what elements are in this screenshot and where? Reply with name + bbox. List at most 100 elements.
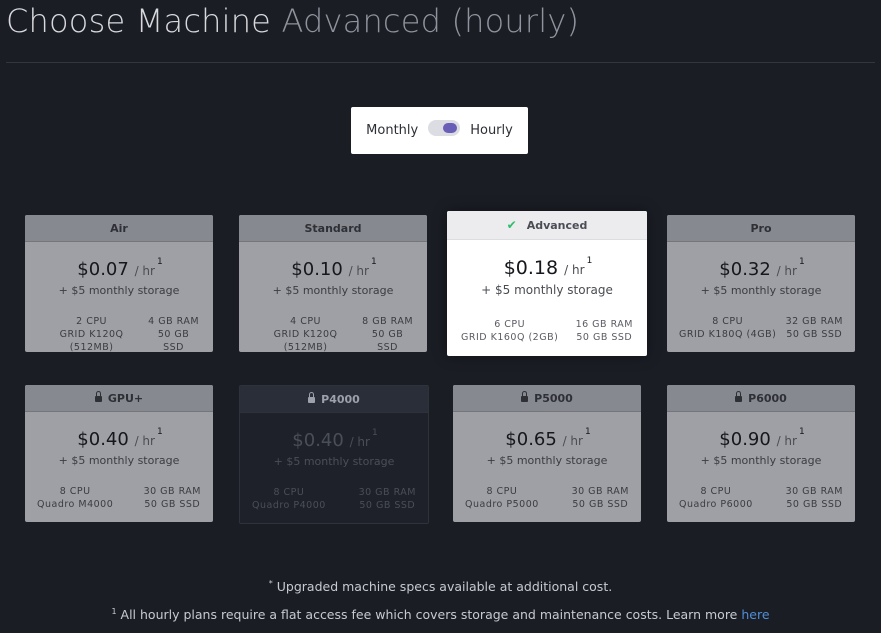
plan-name: GPU+ xyxy=(25,385,213,412)
spec-gpu: Quadro M4000 xyxy=(37,499,114,510)
price-note: 1 xyxy=(156,257,163,267)
spec-ram: 30 GB RAM xyxy=(785,486,843,497)
plan-price: $0.90 / hr1 xyxy=(667,427,855,450)
plan-name: Pro xyxy=(667,215,855,242)
plan-price: $0.10 / hr1 xyxy=(239,257,427,280)
price-unit: / hr xyxy=(776,434,797,448)
price-unit: / hr xyxy=(349,435,370,449)
plan-name: P4000 xyxy=(240,386,428,413)
plan-storage: + $5 monthly storage xyxy=(58,454,180,467)
price-unit: / hr xyxy=(776,264,797,278)
spec-gpu: GRID K180Q (4GB) xyxy=(679,329,777,340)
plan-specs: 2 CPU GRID K120Q (512MB) 4 GB RAM 50 GB SS… xyxy=(25,315,213,352)
plan-name: ✔ Advanced xyxy=(447,211,647,240)
monthly-label[interactable]: Monthly xyxy=(366,123,418,138)
lock-icon xyxy=(735,391,743,402)
spec-gpu: Quadro P6000 xyxy=(679,499,753,510)
spec-cpu: 8 CPU xyxy=(59,486,91,497)
hourly-label[interactable]: Hourly xyxy=(470,123,513,138)
spec-cpu: 8 CPU xyxy=(700,486,732,497)
plan-name-text: Pro xyxy=(750,221,772,235)
price-unit: / hr xyxy=(134,434,155,448)
price-unit: / hr xyxy=(562,434,583,448)
price-value: $0.18 xyxy=(503,257,559,279)
plan-card-p4000[interactable]: P4000 $0.40 / hr1 + $5 monthly storage 8… xyxy=(239,385,429,524)
plan-storage: + $5 monthly storage xyxy=(700,284,822,297)
plan-price: $0.18 / hr1 xyxy=(447,256,647,279)
plan-name-text: P5000 xyxy=(534,391,573,405)
footnote-mark: 1 xyxy=(111,607,117,616)
price-note: 1 xyxy=(798,427,805,437)
price-unit: / hr xyxy=(348,264,369,278)
plan-card-p5000[interactable]: P5000 $0.65 / hr1 + $5 monthly storage 8… xyxy=(453,385,641,522)
spec-ram: 32 GB RAM xyxy=(785,316,843,327)
plan-specs: 6 CPU GRID K160Q (2GB) 16 GB RAM 50 GB SSD xyxy=(447,318,647,344)
spec-ram: 4 GB RAM xyxy=(148,316,200,327)
plan-specs: 8 CPU Quadro M4000 30 GB RAM 50 GB SSD xyxy=(25,485,213,511)
spec-ssd: 50 GB SSD xyxy=(144,499,201,510)
plan-specs: 8 CPU Quadro P4000 30 GB RAM 50 GB SSD xyxy=(240,486,428,512)
price-value: $0.07 xyxy=(77,259,129,280)
spec-ssd: 50 GB SSD xyxy=(157,329,190,352)
plan-storage: + $5 monthly storage xyxy=(486,454,608,467)
price-unit: / hr xyxy=(134,264,155,278)
spec-ssd: 50 GB SSD xyxy=(576,332,633,343)
spec-ssd: 50 GB SSD xyxy=(371,329,404,352)
plan-card-advanced[interactable]: ✔ Advanced $0.18 / hr1 + $5 monthly stora… xyxy=(447,211,647,356)
page-title-main: Choose Machine xyxy=(6,2,272,40)
switch-knob xyxy=(443,123,458,133)
spec-cpu: 6 CPU xyxy=(494,319,526,330)
plan-name-text: P4000 xyxy=(321,392,360,406)
footnote-hourly: 1 All hourly plans require a flat access… xyxy=(0,607,881,622)
plan-name: Standard xyxy=(239,215,427,242)
plan-storage: + $5 monthly storage xyxy=(272,284,394,297)
footnote-mark: * xyxy=(268,579,273,588)
price-value: $0.40 xyxy=(292,430,344,451)
learn-more-link[interactable]: here xyxy=(741,607,769,622)
spec-ssd: 50 GB SSD xyxy=(572,499,629,510)
spec-gpu: GRID K120Q (512MB) xyxy=(273,329,338,352)
plan-card-air[interactable]: Air $0.07 / hr1 + $5 monthly storage 2 C… xyxy=(25,215,213,352)
plan-storage: + $5 monthly storage xyxy=(273,455,395,468)
spec-cpu: 8 CPU xyxy=(712,316,744,327)
price-note: 1 xyxy=(156,427,163,437)
plan-name-text: Air xyxy=(110,221,128,235)
price-value: $0.90 xyxy=(719,429,771,450)
spec-ram: 30 GB RAM xyxy=(571,486,629,497)
plan-specs: 8 CPU Quadro P6000 30 GB RAM 50 GB SSD xyxy=(667,485,855,511)
spec-ram: 8 GB RAM xyxy=(362,316,414,327)
spec-gpu: GRID K120Q (512MB) xyxy=(59,329,124,352)
page-title-sub: Advanced (hourly) xyxy=(281,2,580,40)
plan-specs: 8 CPU Quadro P5000 30 GB RAM 50 GB SSD xyxy=(453,485,641,511)
lock-icon xyxy=(521,391,529,402)
price-note: 1 xyxy=(371,428,378,438)
plan-card-pro[interactable]: Pro $0.32 / hr1 + $5 monthly storage 8 C… xyxy=(667,215,855,352)
plan-name: P5000 xyxy=(453,385,641,412)
plan-card-p6000[interactable]: P6000 $0.90 / hr1 + $5 monthly storage 8… xyxy=(667,385,855,522)
plan-card-standard[interactable]: Standard $0.10 / hr1 + $5 monthly storag… xyxy=(239,215,427,352)
plan-name-text: Advanced xyxy=(526,218,588,232)
plan-storage: + $5 monthly storage xyxy=(58,284,180,297)
plan-specs: 4 CPU GRID K120Q (512MB) 8 GB RAM 50 GB SS… xyxy=(239,315,427,352)
price-note: 1 xyxy=(584,427,591,437)
spec-cpu: 2 CPU xyxy=(76,316,108,327)
plan-name: Air xyxy=(25,215,213,242)
plan-price: $0.40 / hr1 xyxy=(25,427,213,450)
footnote-text: Upgraded machine specs available at addi… xyxy=(276,579,613,595)
header-divider xyxy=(6,62,875,63)
price-note: 1 xyxy=(370,257,377,267)
plan-storage: + $5 monthly storage xyxy=(700,454,822,467)
spec-gpu: Quadro P5000 xyxy=(465,499,539,510)
spec-cpu: 4 CPU xyxy=(290,316,322,327)
lock-icon xyxy=(308,392,316,403)
plan-card-gpu-plus[interactable]: GPU+ $0.40 / hr1 + $5 monthly storage 8 … xyxy=(25,385,213,522)
page-title: Choose Machine Advanced (hourly) xyxy=(6,2,579,40)
billing-switch[interactable] xyxy=(428,120,461,136)
spec-ram: 30 GB RAM xyxy=(143,486,201,497)
plan-price: $0.40 / hr1 xyxy=(240,428,428,451)
spec-cpu: 8 CPU xyxy=(273,487,305,498)
spec-gpu: Quadro P4000 xyxy=(252,500,326,511)
plan-name: P6000 xyxy=(667,385,855,412)
plan-storage: + $5 monthly storage xyxy=(481,283,613,297)
price-value: $0.32 xyxy=(719,259,771,280)
